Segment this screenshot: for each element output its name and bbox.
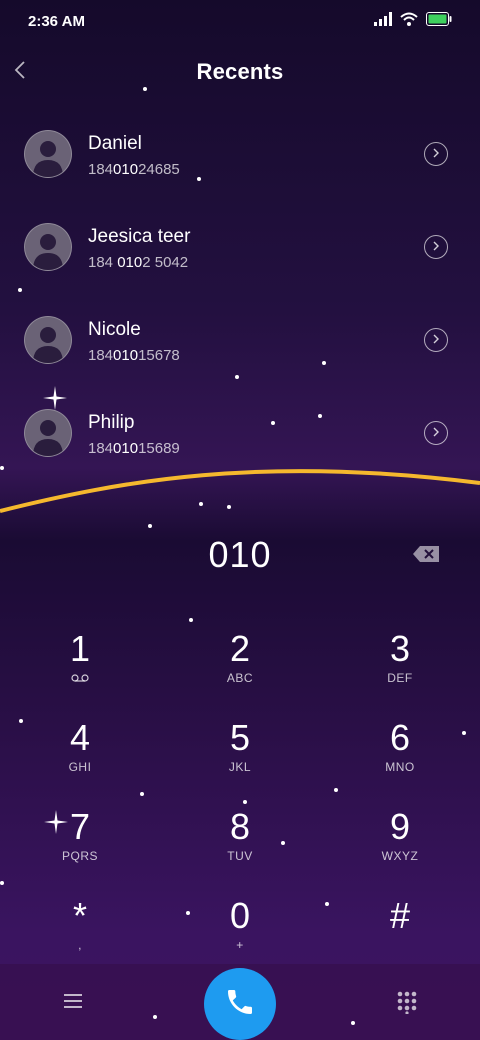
key-3[interactable]: 3 DEF [340,628,460,708]
key-star[interactable]: * , [20,895,140,975]
dialpad-button[interactable] [396,990,418,1015]
key-5[interactable]: 5 JKL [180,717,300,797]
bottom-bar [0,964,480,1040]
recent-item-jeesica-teer[interactable]: Jeesica teer 184 0102 5042 [0,201,480,294]
call-button[interactable] [204,968,276,1040]
signal-icon [374,12,392,31]
key-hash[interactable]: # [340,895,460,975]
chevron-right-icon [432,424,440,442]
avatar [24,223,72,271]
recent-number: 18401015678 [88,347,180,364]
header: Recents [0,52,480,96]
key-0[interactable]: 0 + [180,895,300,975]
menu-button[interactable] [62,992,84,1010]
avatar [24,316,72,364]
phone-icon [224,986,256,1023]
recent-name: Daniel [88,133,142,154]
wifi-icon [400,12,418,31]
status-bar: 2:36 AM [0,0,480,44]
avatar [24,409,72,457]
page-title: Recents [196,59,284,84]
recent-name: Nicole [88,319,141,340]
status-icons [374,12,452,31]
recent-item-nicole[interactable]: Nicole 18401015678 [0,294,480,387]
chevron-right-icon [432,145,440,163]
details-button[interactable] [424,142,448,166]
sparkle-icon [44,810,68,834]
recents-list: Daniel 18401024685 Jeesica teer 184 0102… [0,108,480,480]
recent-name: Philip [88,412,135,433]
backspace-button[interactable] [412,545,440,565]
key-6[interactable]: 6 MNO [340,717,460,797]
sparkle-icon [43,386,67,410]
battery-icon [426,12,452,31]
wave-divider [0,469,480,513]
dialpad-icon [396,991,418,1018]
voicemail-icon [71,671,89,685]
recent-item-daniel[interactable]: Daniel 18401024685 [0,108,480,201]
chevron-right-icon [432,238,440,256]
status-time: 2:36 AM [28,13,85,30]
key-8[interactable]: 8 TUV [180,806,300,886]
backspace-icon [412,546,440,567]
details-button[interactable] [424,421,448,445]
recent-number: 18401024685 [88,161,180,178]
key-2[interactable]: 2 ABC [180,628,300,708]
menu-icon [62,994,84,1014]
key-1[interactable]: 1 [20,628,140,708]
chevron-right-icon [432,331,440,349]
details-button[interactable] [424,235,448,259]
avatar [24,130,72,178]
key-7[interactable]: 7 PQRS [20,806,140,886]
key-4[interactable]: 4 GHI [20,717,140,797]
details-button[interactable] [424,328,448,352]
dial-display: 010 [208,534,272,575]
recent-number: 184 0102 5042 [88,254,189,271]
key-9[interactable]: 9 WXYZ [340,806,460,886]
recent-name: Jeesica teer [88,226,191,247]
